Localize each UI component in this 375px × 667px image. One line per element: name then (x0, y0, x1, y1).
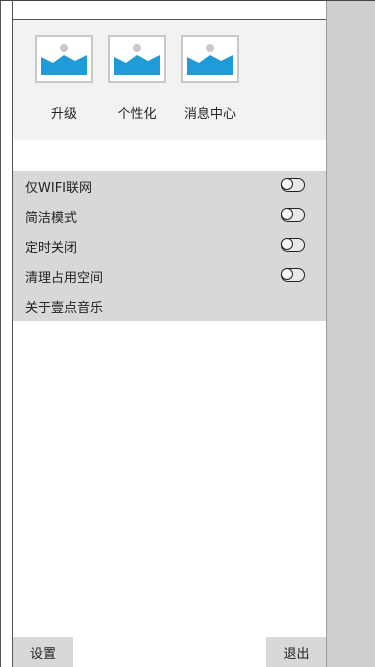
timer-off-toggle[interactable] (281, 238, 305, 252)
setting-label: 清理占用空间 (25, 270, 104, 286)
screen: 升级 个性化 消息中心 仅WIFI联网 简洁模式 定时关闭 清理占用空间 关于壹… (0, 0, 375, 667)
setting-label: 关于壹点音乐 (25, 300, 104, 316)
tile-label: 消息中心 (183, 107, 236, 122)
setting-simple-mode: 简洁模式 (25, 201, 315, 231)
drawer-top-bar (13, 1, 327, 20)
setting-timer-off: 定时关闭 (25, 231, 315, 261)
setting-label: 定时关闭 (25, 240, 78, 256)
image-placeholder-icon (35, 35, 93, 83)
quick-actions-panel: 升级 个性化 消息中心 (13, 20, 327, 140)
setting-wifi-only: 仅WIFI联网 (25, 171, 315, 201)
image-placeholder-icon (108, 35, 166, 83)
settings-list: 仅WIFI联网 简洁模式 定时关闭 清理占用空间 关于壹点音乐 (13, 171, 327, 321)
logout-button[interactable]: 退出 (266, 637, 327, 667)
tile-upgrade[interactable]: 升级 (32, 35, 96, 122)
toggle-knob (281, 238, 293, 250)
toggle-knob (281, 268, 293, 280)
content-overlay[interactable] (326, 1, 375, 667)
tile-label: 升级 (50, 107, 77, 122)
tile-message-center[interactable]: 消息中心 (178, 35, 242, 122)
wifi-only-toggle[interactable] (281, 178, 305, 192)
tile-label: 个性化 (117, 107, 157, 122)
image-placeholder-icon (181, 35, 239, 83)
tile-personalize[interactable]: 个性化 (105, 35, 169, 122)
setting-clear-cache: 清理占用空间 (25, 261, 315, 291)
simple-mode-toggle[interactable] (281, 208, 305, 222)
drawer-content: 升级 个性化 消息中心 仅WIFI联网 简洁模式 定时关闭 清理占用空间 关于壹… (12, 1, 327, 667)
setting-label: 简洁模式 (25, 210, 78, 226)
clear-cache-toggle[interactable] (281, 268, 305, 282)
settings-button[interactable]: 设置 (13, 637, 73, 667)
toggle-knob (281, 208, 293, 220)
setting-label: 仅WIFI联网 (25, 180, 92, 196)
setting-about[interactable]: 关于壹点音乐 (25, 291, 315, 321)
toggle-knob (281, 178, 293, 190)
side-drawer: 升级 个性化 消息中心 仅WIFI联网 简洁模式 定时关闭 清理占用空间 关于壹… (0, 1, 327, 667)
